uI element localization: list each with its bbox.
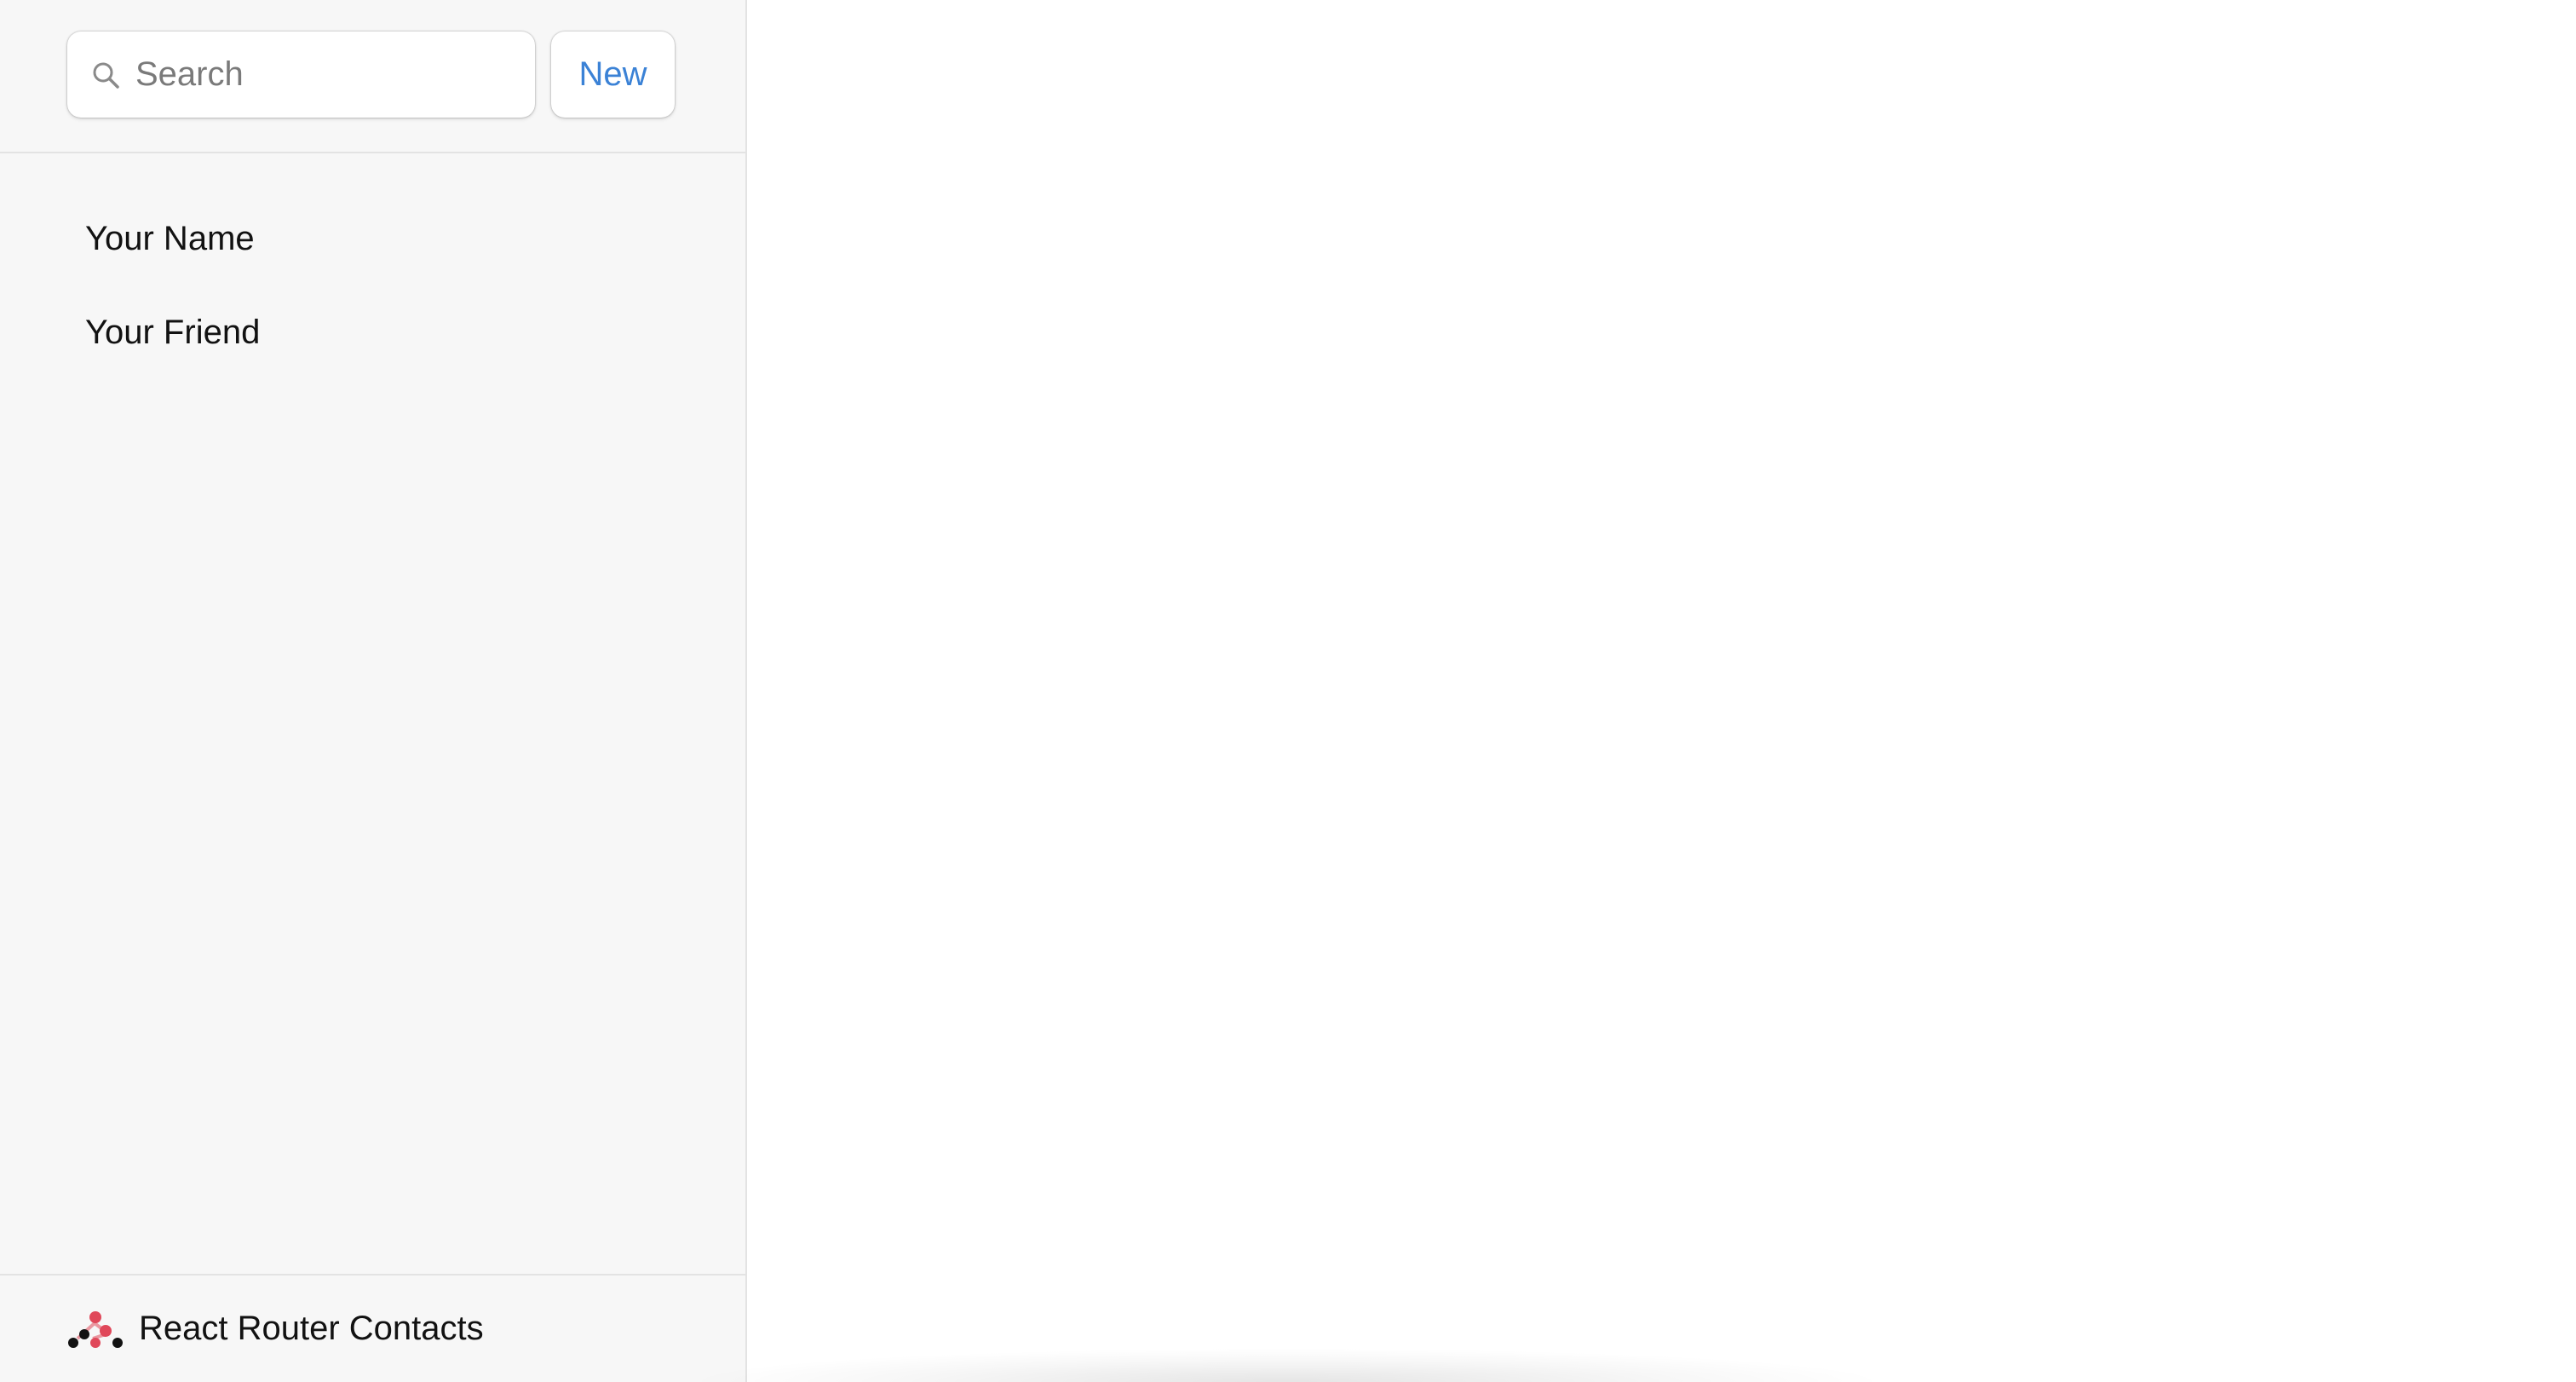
- search-icon: [93, 62, 119, 89]
- sidebar-header: New: [0, 0, 745, 153]
- new-contact-button[interactable]: New: [551, 32, 675, 118]
- react-router-logo-icon: [68, 1311, 123, 1348]
- contact-link-your-friend[interactable]: Your Friend: [67, 291, 680, 373]
- search-box[interactable]: [67, 32, 535, 118]
- search-input[interactable]: [135, 32, 519, 118]
- app: New Your Name Your Friend React Router C…: [0, 0, 2576, 1382]
- app-title: React Router Contacts: [139, 1310, 484, 1347]
- sidebar-footer: React Router Contacts: [0, 1274, 745, 1382]
- detail-pane: [747, 0, 2576, 1382]
- sidebar: New Your Name Your Friend React Router C…: [0, 0, 747, 1382]
- contact-list: Your Name Your Friend: [0, 153, 745, 1274]
- contact-link-your-name[interactable]: Your Name: [67, 198, 680, 279]
